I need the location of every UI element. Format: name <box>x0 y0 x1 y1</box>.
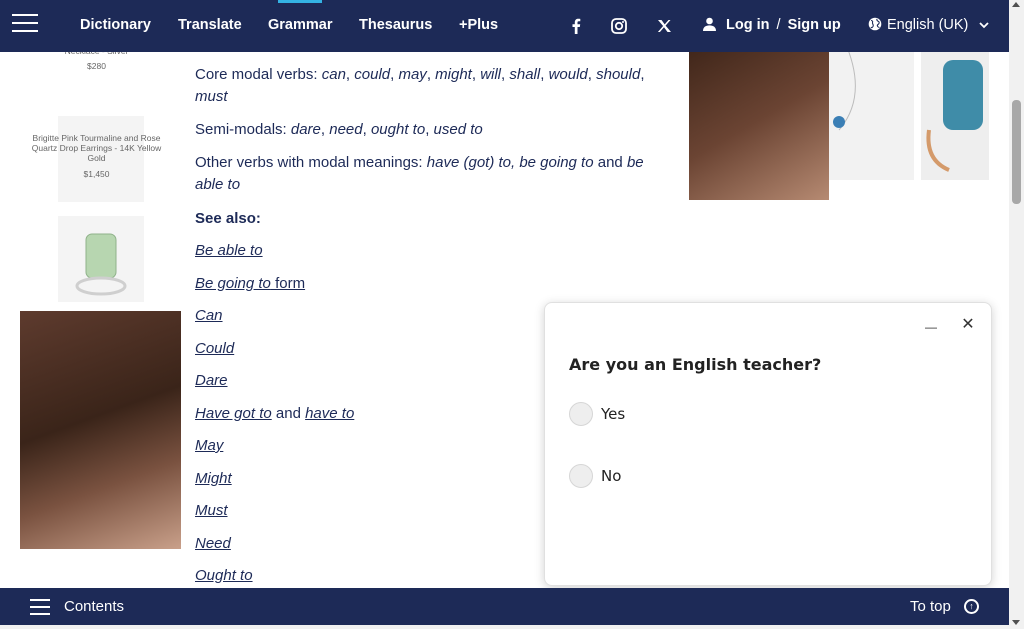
see-also-link[interactable]: Might <box>195 470 232 487</box>
core-verb: might <box>435 66 472 83</box>
see-also-link[interactable]: May <box>195 437 223 454</box>
other-verbs-1: have (got) to, be going to <box>426 154 594 171</box>
see-also-link-form[interactable]: form <box>271 275 305 292</box>
semi-verb: used to <box>433 121 483 138</box>
see-also-link[interactable]: Could <box>195 340 234 357</box>
core-verb: must <box>195 88 228 105</box>
semi-verb: ought to <box>370 121 426 138</box>
teacher-survey-popup: — ✕ Are you an English teacher? Yes No <box>544 302 992 586</box>
see-also-heading: See also: <box>195 210 261 227</box>
ad-pendant-image <box>829 40 914 180</box>
see-also-and: and <box>271 404 306 422</box>
other-verbs-paragraph: Other verbs with modal meanings: have (g… <box>195 152 665 196</box>
other-verbs-and: and <box>597 154 623 171</box>
nav-thesaurus[interactable]: Thesaurus <box>359 0 432 52</box>
menu-icon[interactable] <box>12 14 38 34</box>
x-icon[interactable] <box>650 14 678 38</box>
survey-option-label: Yes <box>601 405 626 423</box>
ad-product-name: Brigitte Pink Tourmaline and Rose Quartz… <box>31 133 162 163</box>
nav-dictionary[interactable]: Dictionary <box>80 0 151 52</box>
nav-translate[interactable]: Translate <box>178 0 242 52</box>
see-also-link-have-to[interactable]: have to <box>305 405 354 422</box>
see-also-link[interactable]: Can <box>195 307 223 324</box>
scroll-up-arrow-icon[interactable] <box>1012 2 1020 7</box>
contents-menu-icon[interactable] <box>30 599 50 615</box>
bottom-bar: Contents To top ↑ <box>0 588 1009 625</box>
core-verb: would <box>548 66 588 83</box>
contents-button[interactable]: Contents <box>64 588 124 625</box>
survey-option-label: No <box>601 467 622 485</box>
signup-link[interactable]: Sign up <box>788 17 841 33</box>
horizontal-scrollbar[interactable] <box>0 625 1009 629</box>
login-link[interactable]: Log in <box>726 17 770 33</box>
login-area: Log in / Sign up <box>703 0 841 52</box>
right-ad[interactable] <box>689 40 989 200</box>
core-modals-paragraph: Core modal verbs: can, could, may, might… <box>195 66 645 105</box>
core-verb: may <box>398 66 427 83</box>
see-also-link[interactable]: Be able to <box>195 242 263 259</box>
scrollbar-thumb[interactable] <box>1012 100 1021 204</box>
core-verb: should <box>596 66 641 83</box>
nav-grammar[interactable]: Grammar <box>268 0 332 52</box>
core-verb: could <box>354 66 391 83</box>
core-verb: shall <box>509 66 541 83</box>
instagram-icon[interactable] <box>605 14 633 38</box>
user-icon <box>703 17 716 31</box>
see-also-link[interactable]: Must <box>195 502 228 519</box>
facebook-icon[interactable] <box>562 14 590 38</box>
globe-icon <box>868 17 882 31</box>
see-also-link[interactable]: Have got to <box>195 405 272 422</box>
ad-product-earrings[interactable]: Brigitte Pink Tourmaline and Rose Quartz… <box>30 133 163 179</box>
radio-button[interactable] <box>569 464 593 488</box>
other-verbs-label: Other verbs with modal meanings: <box>195 154 423 171</box>
arrow-up-circle-icon[interactable]: ↑ <box>964 599 979 614</box>
survey-question: Are you an English teacher? <box>569 355 822 374</box>
login-separator: / <box>776 17 781 33</box>
survey-option-yes[interactable]: Yes <box>569 402 625 426</box>
core-modals-label: Core modal verbs: <box>195 66 318 83</box>
see-also-link[interactable]: Ought to <box>195 567 253 584</box>
to-top-link[interactable]: To top <box>910 588 951 625</box>
vertical-scrollbar[interactable] <box>1009 0 1024 629</box>
core-verb: can <box>321 66 346 83</box>
see-also-link[interactable]: Need <box>195 535 231 552</box>
close-icon[interactable]: ✕ <box>961 317 975 333</box>
minimize-icon[interactable]: — <box>923 321 939 333</box>
radio-button[interactable] <box>569 402 593 426</box>
top-nav: Dictionary Translate Grammar Thesaurus +… <box>0 0 1009 52</box>
language-label: English (UK) <box>887 17 969 33</box>
see-also-link[interactable]: Dare <box>195 372 228 389</box>
ad-model-image <box>689 40 829 200</box>
semi-modals-paragraph: Semi-modals: dare, need, ought to, used … <box>195 121 483 138</box>
language-selector[interactable]: English (UK) <box>868 0 990 52</box>
nav-plus[interactable]: +Plus <box>459 0 498 52</box>
ad-ring-image <box>921 40 989 180</box>
ad-ring-image <box>58 216 144 302</box>
semi-verb: need <box>329 121 363 138</box>
core-verb: will <box>480 66 502 83</box>
semi-verb: dare <box>290 121 321 138</box>
link-be-going-to: Be going to form <box>195 273 665 306</box>
scroll-down-arrow-icon[interactable] <box>1012 620 1020 625</box>
semi-modals-label: Semi-modals: <box>195 121 287 138</box>
ad-model-photo <box>20 311 181 549</box>
see-also-link[interactable]: Be going to <box>195 275 271 292</box>
chevron-down-icon <box>979 22 990 29</box>
ad-product-price: $280 <box>87 61 106 71</box>
link-be-able-to: Be able to <box>195 240 665 273</box>
survey-option-no[interactable]: No <box>569 464 621 488</box>
left-ad[interactable]: Necklace - Silver $280 Brigitte Pink Tou… <box>20 0 181 549</box>
ad-product-price: $1,450 <box>83 169 110 179</box>
